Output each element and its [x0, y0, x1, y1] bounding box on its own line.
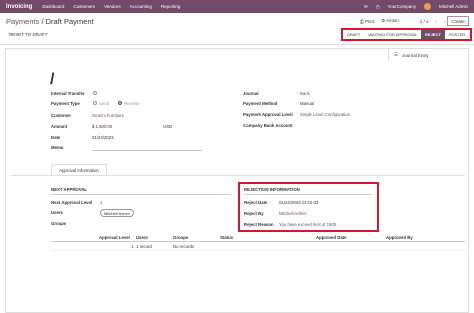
list-icon: ☰: [394, 52, 399, 57]
pager-next-icon[interactable]: ›: [444, 19, 446, 24]
stage-posted[interactable]: POSTED: [445, 30, 469, 39]
memo-input[interactable]: [92, 150, 202, 151]
avatar[interactable]: [423, 3, 431, 10]
col-approved-by[interactable]: Approved By: [386, 235, 413, 240]
col-approval-level[interactable]: Approval Level: [99, 235, 130, 240]
payment-approval-level-label: Payment Approval Level: [243, 112, 293, 117]
col-status[interactable]: Status: [220, 235, 233, 240]
amount-label: Amount: [51, 124, 68, 129]
reject-reason-value: You have exceed limit of 1500: [279, 222, 337, 227]
next-approval-heading: NEXT APPROVAL: [51, 187, 88, 192]
date-label: Date: [51, 135, 61, 140]
print-icon: ⎙: [360, 18, 364, 24]
internal-transfer-label: Internal Transfer: [51, 91, 85, 96]
journal-label: Journal: [243, 91, 259, 96]
internal-transfer-checkbox[interactable]: [93, 91, 97, 95]
page-title: /: [50, 71, 55, 88]
customer-label: Customer: [51, 113, 72, 118]
pager-area: ⎙ Print ⚙ Action 1 / 1 ‹ ›: [360, 18, 452, 24]
payment-type-send-label: Send: [99, 101, 110, 106]
payment-type-send-radio[interactable]: [93, 101, 97, 105]
menu-reporting[interactable]: Reporting: [161, 4, 181, 9]
cell-groups: No records: [173, 244, 195, 249]
rejection-divider: [244, 194, 372, 195]
breadcrumb-separator: /: [41, 17, 44, 26]
date-field[interactable]: 01/24/2023: [92, 135, 114, 140]
stage-waiting-for-approval[interactable]: WAITING FOR APPROVAL: [364, 30, 421, 39]
breadcrumb: Payments / Draft Payment: [6, 17, 94, 26]
journal-entry-button[interactable]: ☰ Journal Entry: [388, 49, 440, 61]
pager-prev-icon[interactable]: ‹: [435, 19, 437, 24]
cell-approval-level: 1: [131, 244, 134, 249]
control-panel: Payments / Draft Payment ⎙ Print ⚙ Actio…: [0, 13, 474, 45]
payment-approval-level-field[interactable]: Single Level Configuration: [300, 112, 350, 117]
customer-field[interactable]: Gemini Furniture: [92, 113, 124, 118]
breadcrumb-current: Draft Payment: [45, 17, 94, 26]
stage-reject[interactable]: REJECT: [421, 30, 445, 39]
next-approval-divider: [51, 194, 231, 195]
status-bar: DRAFT WAITING FOR APPROVAL REJECT POSTED: [341, 28, 472, 41]
col-approved-date[interactable]: Approved Date: [316, 235, 347, 240]
reject-reason-label: Reject Reason: [244, 222, 274, 227]
journal-field[interactable]: Bank: [300, 91, 310, 96]
reject-date-value: 01/24/2023 12:10:33: [279, 200, 319, 205]
amount-field[interactable]: $ 1,500.00: [92, 124, 112, 129]
reject-date-label: Reject Date: [244, 200, 268, 205]
payment-type-receive-radio[interactable]: [118, 101, 122, 105]
menu-customers[interactable]: Customers: [73, 4, 95, 9]
user-menu[interactable]: Mitchell Admin: [439, 4, 468, 9]
reject-by-label: Reject By: [244, 211, 264, 216]
chat-icon[interactable]: ✉: [364, 4, 368, 10]
rejection-heading: REJECTION INFORMATION: [244, 187, 300, 192]
top-navbar: Invoicing Dashboard Customers Vendors Ac…: [0, 0, 474, 13]
breadcrumb-parent[interactable]: Payments: [6, 17, 39, 26]
table-row[interactable]: 1 1 record No records: [51, 242, 465, 251]
payment-type-label: Payment Type: [51, 101, 80, 106]
print-button[interactable]: ⎙ Print: [360, 19, 374, 24]
reset-to-draft-button[interactable]: RESET TO DRAFT: [9, 32, 48, 37]
app-name[interactable]: Invoicing: [6, 4, 32, 10]
approval-table-header: Approval Level Users Groups Status Appro…: [51, 233, 465, 242]
user-tag[interactable]: Mitchell Admin: [100, 209, 134, 217]
menu-dashboard[interactable]: Dashboard: [42, 4, 64, 9]
pager-value: 1 / 1: [419, 18, 429, 24]
action-button[interactable]: ⚙ Action: [381, 18, 399, 24]
reject-by-value[interactable]: Mitchell Admin: [279, 211, 307, 216]
topbar-right: ✉ ◷ YourCompany Mitchell Admin: [356, 3, 468, 10]
clock-icon[interactable]: ◷: [376, 4, 380, 10]
payment-method-field[interactable]: Manual: [300, 101, 314, 106]
next-approval-level-value: 1: [100, 200, 103, 205]
users-label: Users: [51, 210, 63, 215]
next-approval-level-label: Next Approval Level: [51, 200, 93, 205]
payment-type-receive-label: Receive: [124, 101, 140, 106]
form-sheet: ☰ Journal Entry / Internal Transfer Paym…: [5, 48, 469, 313]
company-switcher[interactable]: YourCompany: [388, 4, 416, 9]
payment-method-label: Payment Method: [243, 101, 278, 106]
cell-users: 1 record: [136, 244, 152, 249]
currency-field[interactable]: USD: [163, 124, 172, 129]
gear-icon: ⚙: [381, 18, 386, 23]
tab-divider: [11, 175, 465, 176]
memo-label: Memo: [51, 145, 64, 150]
menu-accounting[interactable]: Accounting: [130, 4, 152, 9]
company-bank-account-label: Company Bank Account: [243, 123, 293, 128]
groups-label: Groups: [51, 221, 67, 226]
stage-draft[interactable]: DRAFT: [343, 30, 364, 39]
col-groups[interactable]: Groups: [173, 235, 188, 240]
menu-vendors[interactable]: Vendors: [104, 4, 121, 9]
create-button[interactable]: Create: [447, 16, 469, 26]
col-users[interactable]: Users: [136, 235, 148, 240]
